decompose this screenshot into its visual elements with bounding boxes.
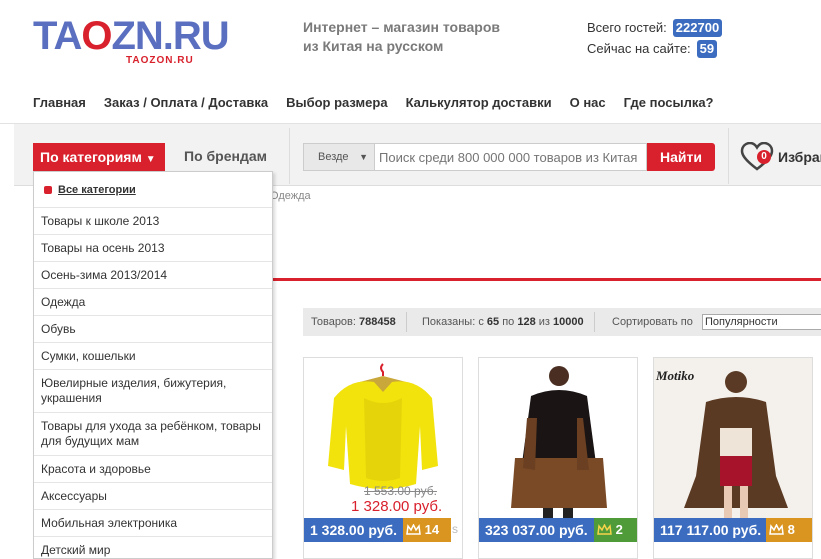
sort-select[interactable]: Популярности [702,314,821,330]
category-dropdown: Все категории Товары к школе 2013 Товары… [33,171,273,559]
listing-toolbar: Товаров: 788458 Показаны: с 65 по 128 из… [303,308,821,336]
online-count-badge: 59 [696,39,718,58]
crown-icon [406,523,421,535]
category-item[interactable]: Сумки, кошельки [34,343,272,370]
bullet-icon [44,185,52,194]
nav-about[interactable]: О нас [570,95,606,110]
seller-rating: 8 [766,518,812,542]
online-label: Сейчас на сайте: [587,41,691,56]
guests-count-badge: 222700 [672,18,723,37]
price-badge: 1 328.00 руб. [304,518,403,542]
guests-label: Всего гостей: [587,20,667,35]
search-input[interactable] [375,143,647,171]
nav-order-payment-delivery[interactable]: Заказ / Оплата / Доставка [104,95,268,110]
category-item[interactable]: Одежда [34,289,272,316]
nav-track-parcel[interactable]: Где посылка? [624,95,714,110]
sort-label: Сортировать по [612,316,693,328]
category-item[interactable]: Товары на осень 2013 [34,235,272,262]
product-image [479,358,637,518]
divider [728,128,729,184]
favorites-label: Избранное [778,149,821,165]
chevron-down-icon: ▼ [359,152,368,162]
crown-icon [769,523,784,535]
section-divider [270,278,821,281]
favorites-link[interactable]: 0 Избранное [740,142,821,174]
seller-rating: 2 [594,518,637,542]
divider [406,312,407,332]
discount-price: 1 328.00 руб. [351,498,443,515]
all-categories-link[interactable]: Все категории [34,172,272,208]
chevron-down-icon: ▼ [145,154,156,165]
category-item[interactable]: Детский мир [34,537,272,558]
nav-size-guide[interactable]: Выбор размера [286,95,388,110]
category-item[interactable]: Обувь [34,316,272,343]
category-item[interactable]: Осень-зима 2013/2014 [34,262,272,289]
category-item[interactable]: Аксессуары [34,483,272,510]
product-card[interactable]: Motiko 117 117.00 руб. 8 [653,357,813,559]
main-nav: Главная Заказ / Оплата / Доставка Выбор … [33,95,714,110]
category-item[interactable]: Красота и здоровье [34,456,272,483]
brands-button[interactable]: По брендам [184,148,267,164]
price-badge: 323 037.00 руб. [479,518,594,542]
old-price: 1 553.00 руб. [364,484,437,498]
product-card[interactable]: 1 553.00 руб. 1 328.00 руб. 1 328.00 руб… [303,357,463,559]
crown-icon [597,523,612,535]
site-tagline: Интернет – магазин товаров из Китая на р… [303,19,500,54]
category-item[interactable]: Ювелирные изделия, бижутерия, украшения [34,370,272,413]
category-item[interactable]: Мобильная электроника [34,510,272,537]
visitor-stats: Всего гостей: 222700 Сейчас на сайте: 59 [587,17,723,59]
brand-logo: Motiko [655,368,695,383]
search-scope-select[interactable]: Везде ▼ [303,143,375,171]
breadcrumb[interactable]: Одежда [270,190,311,202]
favorites-count-badge: 0 [757,150,771,164]
product-image: Motiko [654,358,812,518]
site-logo[interactable]: TAOZN.RU TAOZON.RU [33,14,233,66]
divider [289,128,290,184]
total-count: Товаров: 788458 [311,316,396,328]
logo-subtitle: TAOZON.RU [126,55,194,66]
category-item[interactable]: Товары к школе 2013 [34,208,272,235]
nav-delivery-calculator[interactable]: Калькулятор доставки [406,95,552,110]
categories-button[interactable]: По категориям ▼ [33,143,165,171]
product-card[interactable]: 323 037.00 руб. 2 [478,357,638,559]
search-button[interactable]: Найти [647,143,715,171]
divider [594,312,595,332]
seller-rating: 14 [403,518,451,542]
truncated-label: s [452,522,458,536]
shown-range: Показаны: с 65 по 128 из 10000 [422,316,584,328]
category-item[interactable]: Товары для ухода за ребёнком, товары для… [34,413,272,456]
nav-home[interactable]: Главная [33,95,86,110]
logo-wordmark: TAOZN.RU [33,14,230,58]
price-badge: 117 117.00 руб. [654,518,766,542]
